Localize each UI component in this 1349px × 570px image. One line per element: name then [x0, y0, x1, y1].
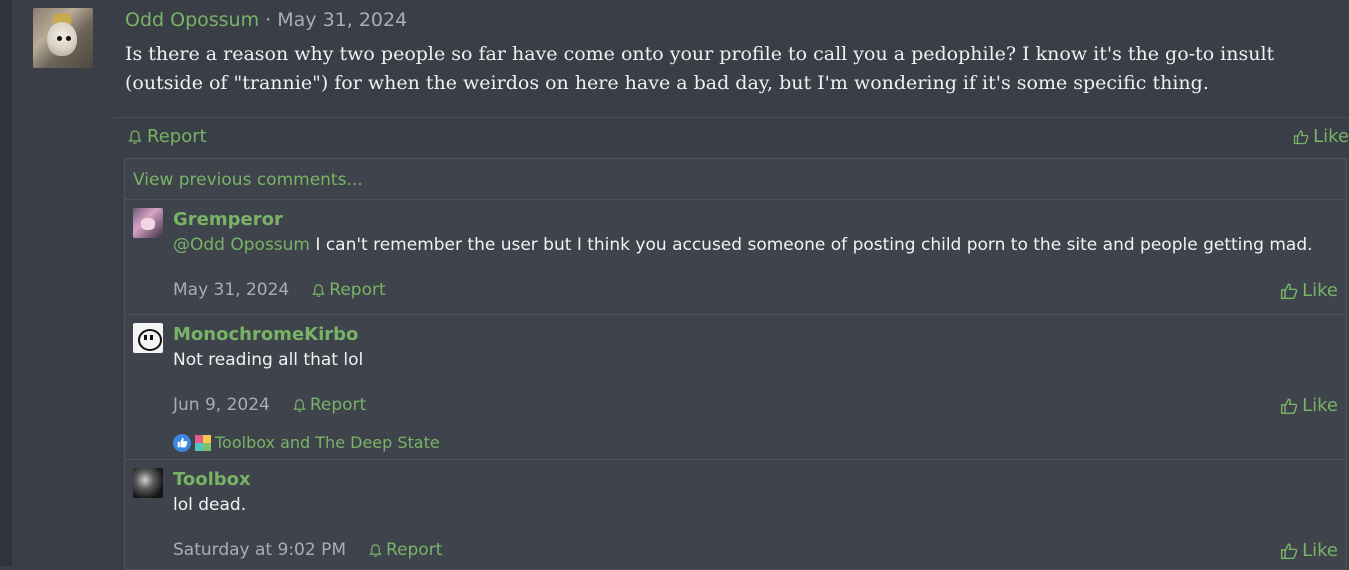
- thumbs-up-icon: [1281, 397, 1298, 414]
- comment-text: I can't remember the user but I think yo…: [310, 235, 1313, 255]
- comment-like-label: Like: [1302, 395, 1338, 416]
- comment-like-label: Like: [1302, 280, 1338, 301]
- puzzle-reaction-icon: [195, 434, 211, 451]
- bell-icon: [292, 398, 306, 412]
- post-gutter: [12, 0, 113, 566]
- view-previous-comments-link[interactable]: View previous comments...: [133, 170, 363, 190]
- comment-meta: May 31, 2024 Report: [173, 280, 386, 300]
- avatar-detail: [150, 335, 153, 340]
- comment-like-button[interactable]: Like: [1280, 540, 1338, 561]
- post-header: Odd Opossum · May 31, 2024: [125, 9, 407, 31]
- avatar-eye: [57, 36, 62, 41]
- avatar-detail: [141, 218, 155, 230]
- like-reaction-icon: [173, 433, 191, 452]
- puzzle-piece: [195, 442, 203, 451]
- post-body: Is there a reason why two people so far …: [125, 43, 1275, 94]
- comment-body: @Odd Opossum I can't remember the user b…: [173, 235, 1313, 255]
- comment-author-link[interactable]: Gremperor: [173, 209, 283, 230]
- puzzle-piece: [203, 442, 211, 451]
- post-actions-bar: Report Like: [113, 117, 1349, 158]
- comment-meta: Jun 9, 2024 Report: [173, 395, 366, 415]
- avatar-detail: [144, 335, 147, 340]
- comment-report-label: Report: [386, 540, 443, 560]
- avatar-face: [47, 22, 77, 56]
- thumbs-up-icon: [1293, 129, 1309, 144]
- comment-author-link[interactable]: MonochromeKirbo: [173, 324, 358, 345]
- left-edge-strip: [0, 0, 12, 566]
- post-report-label: Report: [147, 126, 207, 147]
- post-author-link[interactable]: Odd Opossum: [125, 9, 259, 31]
- comment-like-label: Like: [1302, 540, 1338, 561]
- bell-icon: [369, 543, 382, 557]
- separator: ·: [265, 9, 272, 31]
- thumbs-up-icon: [1281, 542, 1298, 559]
- post-report-button[interactable]: Report: [127, 126, 207, 147]
- comments-container: View previous comments... Gremperor @Odd…: [124, 158, 1347, 570]
- avatar[interactable]: [133, 208, 163, 238]
- reactions-bar[interactable]: Toolbox and The Deep State: [173, 433, 440, 452]
- avatar-detail: [138, 329, 162, 351]
- comment-body: Not reading all that lol: [173, 350, 364, 370]
- comment-report-label: Report: [329, 280, 386, 300]
- bell-icon: [128, 129, 142, 144]
- post-date[interactable]: May 31, 2024: [277, 9, 407, 31]
- post-like-label: Like: [1313, 126, 1349, 147]
- comment-report-button[interactable]: Report: [368, 540, 442, 560]
- comment-like-button[interactable]: Like: [1280, 395, 1338, 416]
- comment-item: Toolbox lol dead. Saturday at 9:02 PM Re…: [125, 460, 1346, 570]
- bell-icon: [312, 283, 326, 297]
- avatar[interactable]: [133, 323, 163, 353]
- puzzle-piece: [203, 434, 211, 443]
- profile-post: Odd Opossum · May 31, 2024 Is there a re…: [113, 0, 1349, 570]
- comment-item: MonochromeKirbo Not reading all that lol…: [125, 315, 1346, 459]
- comment-date[interactable]: May 31, 2024: [173, 280, 289, 300]
- puzzle-piece: [195, 434, 203, 443]
- comment-report-label: Report: [309, 395, 367, 415]
- avatar-eye: [66, 36, 71, 41]
- avatar[interactable]: [33, 8, 93, 68]
- mention-link[interactable]: @Odd Opossum: [173, 235, 310, 255]
- comment-date[interactable]: Jun 9, 2024: [173, 395, 270, 415]
- avatar[interactable]: [133, 468, 163, 498]
- comment-meta: Saturday at 9:02 PM Report: [173, 540, 442, 560]
- thumbs-up-icon: [1281, 282, 1298, 299]
- comment-like-button[interactable]: Like: [1280, 280, 1338, 301]
- post-like-button[interactable]: Like: [1293, 126, 1349, 147]
- reactions-label[interactable]: Toolbox and The Deep State: [215, 433, 440, 452]
- comment-author-link[interactable]: Toolbox: [173, 469, 251, 490]
- comment-item: Gremperor @Odd Opossum I can't remember …: [125, 200, 1346, 314]
- comment-date[interactable]: Saturday at 9:02 PM: [173, 540, 346, 560]
- comment-body: lol dead.: [173, 495, 247, 515]
- comment-report-button[interactable]: Report: [311, 280, 386, 300]
- comment-report-button[interactable]: Report: [292, 395, 366, 415]
